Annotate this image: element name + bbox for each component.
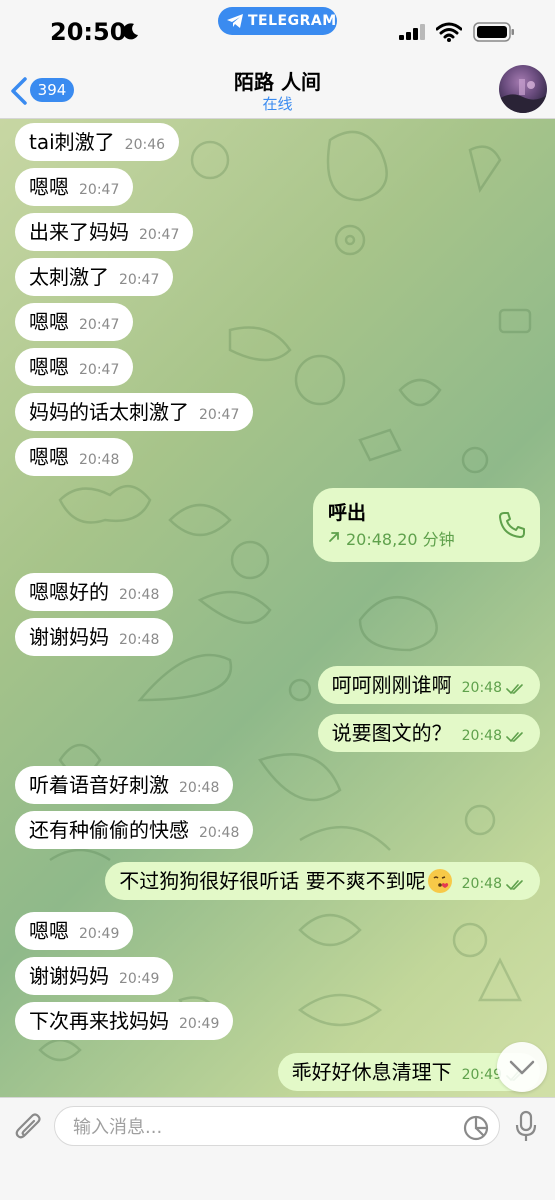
- message-time: 20:48: [461, 728, 502, 744]
- incoming-message[interactable]: 嗯嗯 20:47: [15, 303, 134, 341]
- incoming-message[interactable]: tai刺激了 20:46: [15, 123, 180, 161]
- message-time: 20:48: [119, 587, 160, 603]
- message-input[interactable]: [71, 1107, 455, 1147]
- telegram-pill-label: TELEGRAM: [248, 13, 337, 29]
- message-text: 听着语音好刺激: [29, 773, 169, 797]
- message-time: 20:47: [79, 362, 120, 378]
- message-text: 出来了妈妈: [29, 220, 129, 244]
- double-check-icon: [506, 676, 526, 700]
- message-time: 20:48: [199, 825, 240, 841]
- scroll-to-bottom-button[interactable]: [497, 1042, 547, 1092]
- message-time: 20:47: [79, 182, 120, 198]
- message-time: 20:49: [461, 1067, 502, 1083]
- chevron-down-icon: [509, 1060, 535, 1075]
- kiss-emoji-icon: [427, 869, 452, 893]
- outgoing-message[interactable]: 呵呵刚刚谁啊 20:48: [317, 666, 540, 704]
- message-time: 20:49: [79, 926, 120, 942]
- incoming-message[interactable]: 下次再来找妈妈 20:49: [15, 1002, 234, 1040]
- message-time: 20:48: [461, 876, 502, 892]
- message-input-field[interactable]: [54, 1106, 500, 1147]
- chat-header: 394 陌路 人间 在线: [0, 60, 555, 119]
- message-text: 谢谢妈妈: [29, 625, 109, 649]
- avatar[interactable]: [499, 65, 547, 113]
- message-text: 嗯嗯: [29, 445, 69, 469]
- paperclip-icon[interactable]: [14, 1112, 44, 1144]
- message-text: 谢谢妈妈: [29, 964, 109, 988]
- message-text: tai刺激了: [29, 130, 115, 154]
- message-time: 20:46: [124, 137, 166, 153]
- message-time: 20:47: [199, 407, 240, 423]
- message-text: 妈妈的话太刺激了: [29, 400, 189, 424]
- telegram-chat-screen: 20:50 TELEGRAM 394 陌路 人间 在线 tai刺激了 20:46…: [0, 0, 555, 1200]
- double-check-icon: [506, 724, 526, 748]
- message-time: 20:47: [139, 227, 180, 243]
- message-time: 20:48: [179, 780, 220, 796]
- message-text: 说要图文的？: [331, 721, 452, 745]
- incoming-message[interactable]: 出来了妈妈 20:47: [15, 213, 194, 251]
- avatar-image: [499, 79, 547, 113]
- message-text: 太刺激了: [29, 265, 109, 289]
- double-check-icon: [506, 872, 526, 896]
- message-text: 乖好好休息清理下: [291, 1060, 452, 1084]
- incoming-message[interactable]: 嗯嗯 20:49: [15, 912, 134, 950]
- message-time: 20:49: [119, 971, 160, 987]
- telegram-plane-icon: [227, 14, 243, 28]
- incoming-message[interactable]: 嗯嗯 20:48: [15, 438, 134, 476]
- online-status: 在线: [262, 95, 293, 113]
- sticker-icon[interactable]: [462, 1114, 490, 1142]
- message-text: 嗯嗯: [29, 175, 69, 199]
- incoming-message[interactable]: 嗯嗯 20:47: [15, 348, 134, 386]
- call-title: 呼出: [328, 502, 367, 524]
- incoming-message[interactable]: 妈妈的话太刺激了 20:47: [15, 393, 254, 431]
- incoming-message[interactable]: 太刺激了 20:47: [15, 258, 174, 296]
- phone-icon[interactable]: [497, 510, 527, 540]
- message-time: 20:49: [179, 1016, 220, 1032]
- message-time: 20:47: [79, 317, 120, 333]
- wifi-icon: [436, 22, 462, 42]
- incoming-message[interactable]: 还有种偷偷的快感 20:48: [15, 811, 254, 849]
- message-time: 20:47: [119, 272, 160, 288]
- message-time: 20:48: [461, 680, 502, 696]
- incoming-message[interactable]: 谢谢妈妈 20:49: [15, 957, 174, 995]
- message-text: 还有种偷偷的快感: [29, 818, 189, 842]
- outgoing-message[interactable]: 说要图文的？ 20:48: [317, 714, 540, 752]
- outgoing-message[interactable]: 不过狗狗很好很听话 要不爽不到呢 20:48: [105, 862, 540, 900]
- message-text: 下次再来找妈妈: [29, 1009, 169, 1033]
- message-text: 嗯嗯好的: [29, 580, 109, 604]
- microphone-icon[interactable]: [514, 1110, 538, 1144]
- telegram-app-pill[interactable]: TELEGRAM: [218, 7, 337, 35]
- status-time: 20:50: [50, 18, 127, 46]
- battery-icon: [473, 22, 514, 42]
- outgoing-arrow-icon: [329, 532, 339, 542]
- message-input-bar: [0, 1097, 555, 1200]
- call-detail: 20:48,20 分钟: [346, 530, 455, 549]
- signal-icon: [399, 24, 425, 40]
- message-text: 嗯嗯: [29, 355, 69, 379]
- status-bar: 20:50 TELEGRAM: [0, 0, 555, 60]
- incoming-message[interactable]: 嗯嗯 20:47: [15, 168, 134, 206]
- message-text: 嗯嗯: [29, 310, 69, 334]
- incoming-message[interactable]: 嗯嗯好的 20:48: [15, 573, 174, 611]
- chat-title[interactable]: 陌路 人间: [0, 66, 555, 95]
- incoming-message[interactable]: 谢谢妈妈 20:48: [15, 618, 174, 656]
- moon-icon: [122, 23, 138, 40]
- message-text: 嗯嗯: [29, 919, 69, 943]
- message-time: 20:48: [79, 452, 120, 468]
- message-text: 呵呵刚刚谁啊: [331, 673, 452, 697]
- message-text: 不过狗狗很好很听话 要不爽不到呢: [119, 869, 426, 893]
- message-time: 20:48: [119, 632, 160, 648]
- incoming-message[interactable]: 听着语音好刺激 20:48: [15, 766, 234, 804]
